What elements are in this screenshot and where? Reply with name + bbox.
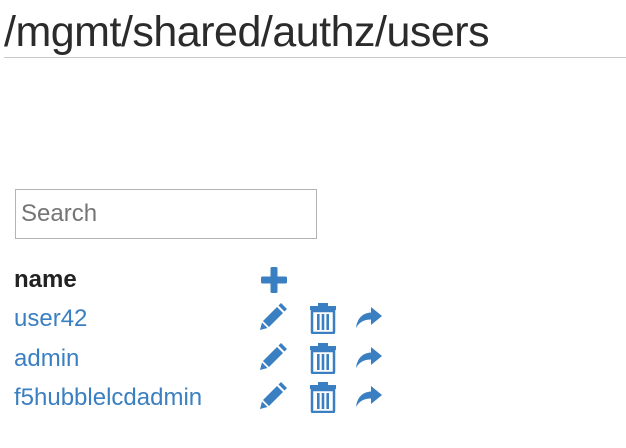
- share-arrow-icon: [356, 307, 382, 328]
- trash-icon: [310, 342, 336, 374]
- user-list: user42 admin f5hubblelcdadmin: [14, 300, 434, 419]
- share-arrow-icon: [356, 346, 382, 368]
- user-link[interactable]: admin: [14, 345, 79, 373]
- page-title: /mgmt/shared/authz/users: [4, 8, 490, 56]
- table-header: name: [14, 262, 414, 298]
- delete-button[interactable]: [308, 381, 338, 413]
- share-arrow-icon: [356, 386, 382, 407]
- user-link[interactable]: f5hubblelcdadmin: [14, 384, 202, 412]
- table-row: user42: [14, 300, 434, 340]
- edit-button[interactable]: [258, 342, 288, 374]
- trash-icon: [310, 382, 336, 413]
- share-button[interactable]: [354, 342, 384, 374]
- table-row: f5hubblelcdadmin: [14, 379, 434, 419]
- share-button[interactable]: [354, 381, 384, 413]
- share-button[interactable]: [354, 302, 384, 334]
- table-row: admin: [14, 340, 434, 380]
- edit-button[interactable]: [258, 302, 288, 334]
- pencil-icon: [260, 342, 287, 370]
- plus-icon: [261, 267, 287, 293]
- pencil-icon: [260, 382, 287, 409]
- search-input[interactable]: [15, 189, 317, 239]
- user-link[interactable]: user42: [14, 305, 87, 333]
- delete-button[interactable]: [308, 302, 338, 334]
- name-column-header: name: [14, 266, 77, 293]
- title-divider: [4, 57, 626, 58]
- pencil-icon: [260, 303, 287, 330]
- delete-button[interactable]: [308, 342, 338, 374]
- trash-icon: [310, 303, 336, 334]
- edit-button[interactable]: [258, 381, 288, 413]
- add-user-button[interactable]: [260, 266, 288, 294]
